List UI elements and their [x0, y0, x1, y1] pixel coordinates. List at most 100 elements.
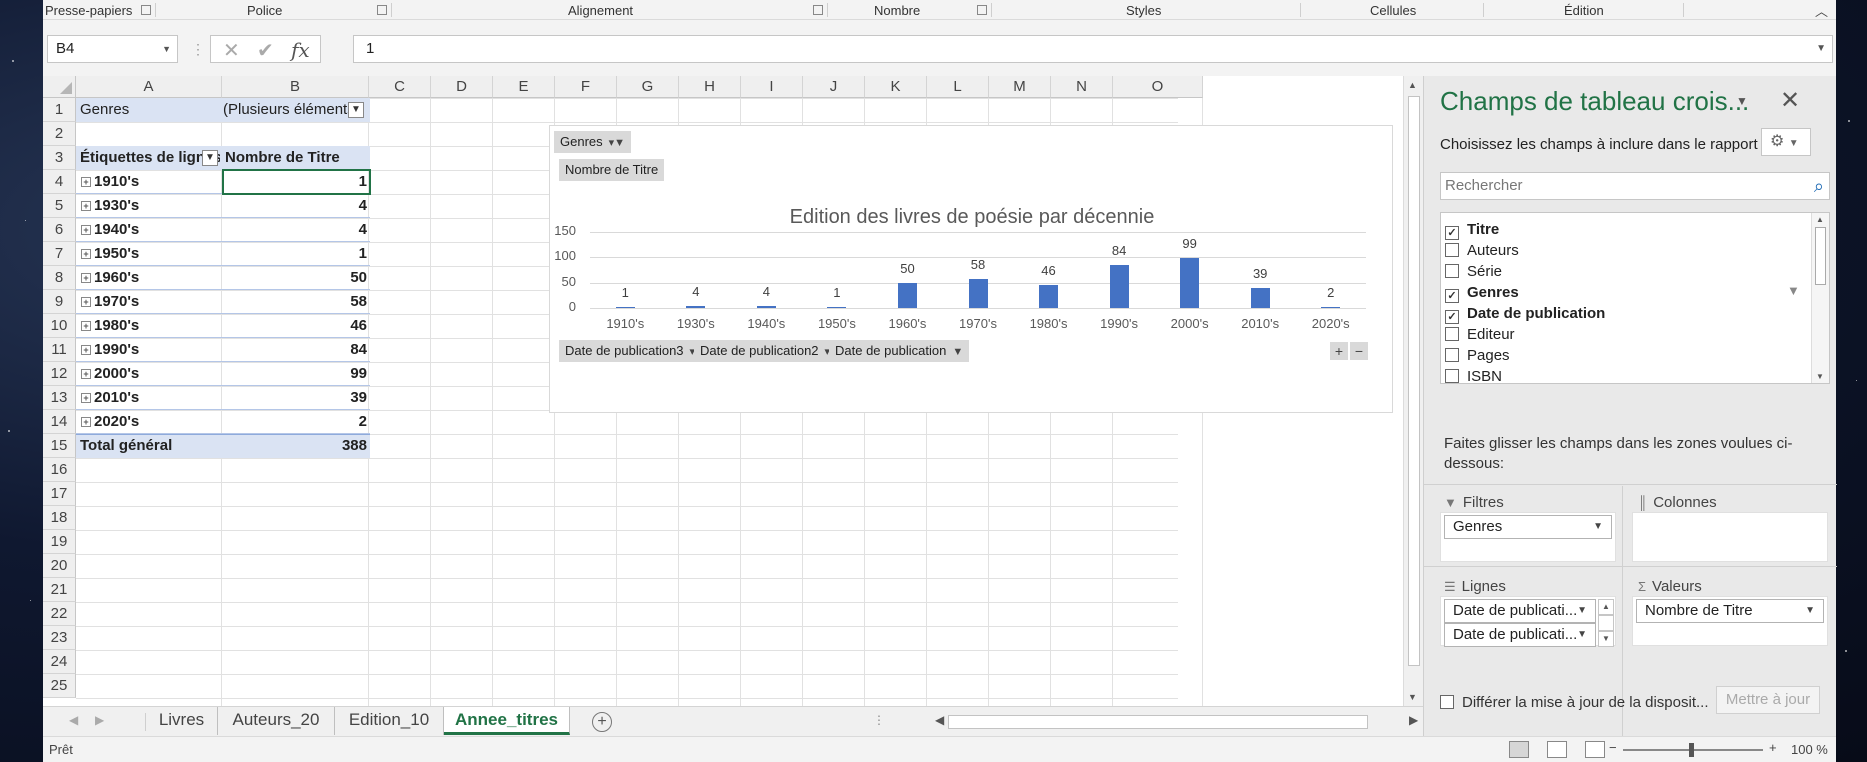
next-sheet-icon[interactable]: ▶ [95, 713, 104, 727]
column-header-e[interactable]: E [493, 76, 555, 98]
chart-bar[interactable] [827, 307, 847, 309]
tab-livres[interactable]: Livres [146, 707, 218, 735]
tab-annee-titres[interactable]: Annee_titres [444, 707, 570, 735]
chart-bar[interactable] [1039, 284, 1059, 308]
scroll-left-icon[interactable]: ◀ [935, 713, 944, 727]
insert-function-icon[interactable]: fx [291, 38, 310, 62]
expand-icon[interactable]: + [81, 369, 91, 379]
column-header-l[interactable]: L [927, 76, 989, 98]
tab-auteurs-20[interactable]: Auteurs_20 [218, 707, 335, 735]
chart-bar[interactable] [756, 305, 776, 308]
ribbon-group-alignment[interactable]: Alignement [568, 2, 633, 19]
pivot-row-label[interactable]: +1940's [76, 218, 221, 242]
dialog-launcher-icon[interactable] [977, 5, 987, 15]
expand-icon[interactable]: + [81, 345, 91, 355]
pivot-row-value[interactable]: 84 [223, 338, 367, 362]
row-header-25[interactable]: 25 [43, 674, 76, 698]
enter-icon[interactable]: ✔ [257, 38, 274, 63]
pivot-row-label[interactable]: +2000's [76, 362, 221, 386]
ribbon-group-clipboard[interactable]: Presse-papiers [45, 2, 132, 19]
pivot-filter-value[interactable]: (Plusieurs éléments) [223, 98, 353, 122]
defer-update-option[interactable]: Différer la mise à jour de la disposit..… [1440, 694, 1709, 711]
pivot-row-value[interactable]: 99 [223, 362, 367, 386]
expand-icon[interactable]: + [81, 417, 91, 427]
page-break-view-icon[interactable] [1585, 741, 1605, 758]
filter-icon[interactable]: ▼ [348, 102, 364, 118]
row-header-14[interactable]: 14 [43, 410, 76, 434]
column-header-f[interactable]: F [555, 76, 617, 98]
row-header-9[interactable]: 9 [43, 290, 76, 314]
row-header-17[interactable]: 17 [43, 482, 76, 506]
scrollbar-thumb[interactable] [1815, 227, 1826, 285]
ribbon-group-styles[interactable]: Styles [1126, 2, 1161, 19]
row-header-13[interactable]: 13 [43, 386, 76, 410]
field-checkbox[interactable] [1445, 264, 1459, 278]
field-checkbox[interactable] [1445, 243, 1459, 257]
gear-icon[interactable]: ⚙ ▼ [1761, 128, 1811, 156]
expand-icon[interactable]: + [81, 249, 91, 259]
column-header-a[interactable]: A [76, 76, 222, 98]
row-header-22[interactable]: 22 [43, 602, 76, 626]
row-header-5[interactable]: 5 [43, 194, 76, 218]
chart-axis-button-2[interactable]: Date de publication2▾▼ [694, 340, 847, 362]
collapse-field-button[interactable]: − [1350, 342, 1368, 360]
tab-split-handle[interactable]: ⋮ [873, 713, 885, 727]
field-checkbox[interactable] [1445, 369, 1459, 383]
pivot-row-value[interactable]: 4 [223, 194, 367, 218]
pivot-row-value[interactable]: 2 [223, 410, 367, 434]
scroll-right-icon[interactable]: ▶ [1409, 713, 1418, 727]
expand-icon[interactable]: + [81, 201, 91, 211]
field-checkbox[interactable] [1445, 327, 1459, 341]
column-header-n[interactable]: N [1051, 76, 1113, 98]
chart-bar[interactable] [1321, 306, 1341, 308]
chart-bar[interactable] [615, 307, 635, 309]
close-icon[interactable]: ✕ [1780, 86, 1800, 115]
expand-icon[interactable]: + [81, 225, 91, 235]
pivot-row-label[interactable]: +1910's [76, 170, 221, 194]
pivot-row-label[interactable]: +1950's [76, 242, 221, 266]
chart-bar[interactable] [897, 282, 917, 308]
row-header-8[interactable]: 8 [43, 266, 76, 290]
chart-bar[interactable] [968, 278, 988, 308]
row-header-15[interactable]: 15 [43, 434, 76, 458]
scrollbar-thumb[interactable] [948, 715, 1368, 729]
pivot-row-label[interactable]: +2020's [76, 410, 221, 434]
expand-formula-bar-icon[interactable]: ▼ [1816, 36, 1826, 62]
expand-icon[interactable]: + [81, 393, 91, 403]
expand-field-button[interactable]: + [1330, 342, 1348, 360]
pivot-row-label[interactable]: +1970's [76, 290, 221, 314]
row-header-19[interactable]: 19 [43, 530, 76, 554]
pivot-row-value[interactable]: 50 [223, 266, 367, 290]
chart-bar[interactable] [1250, 288, 1270, 308]
row-header-6[interactable]: 6 [43, 218, 76, 242]
page-layout-view-icon[interactable] [1547, 741, 1567, 758]
scroll-down-icon[interactable]: ▼ [1408, 692, 1417, 702]
chart-values-button[interactable]: Nombre de Titre [559, 159, 665, 181]
name-box[interactable]: B4 ▼ [47, 35, 178, 63]
pivot-row-label[interactable]: +1960's [76, 266, 221, 290]
expand-icon[interactable]: + [81, 321, 91, 331]
row-header-18[interactable]: 18 [43, 506, 76, 530]
column-header-o[interactable]: O [1113, 76, 1203, 98]
scroll-down-icon[interactable]: ▼ [1598, 631, 1614, 647]
pivot-row-label[interactable]: +1990's [76, 338, 221, 362]
row-header-7[interactable]: 7 [43, 242, 76, 266]
field-checkbox[interactable] [1445, 348, 1459, 362]
chart-bar[interactable] [1180, 257, 1200, 308]
row-header-3[interactable]: 3 [43, 146, 76, 170]
select-all-button[interactable] [43, 76, 76, 98]
formula-input[interactable]: 1 ▼ [353, 35, 1833, 63]
update-button[interactable]: Mettre à jour [1716, 686, 1820, 714]
row-header-4[interactable]: 4 [43, 170, 76, 194]
row-header-12[interactable]: 12 [43, 362, 76, 386]
column-header-k[interactable]: K [865, 76, 927, 98]
ribbon-group-editing[interactable]: Édition [1564, 2, 1604, 19]
dialog-launcher-icon[interactable] [813, 5, 823, 15]
chart-filter-genres-button[interactable]: Genres ▾▼ [554, 131, 632, 153]
chevron-down-icon[interactable]: ▼ [1577, 624, 1587, 646]
pivot-row-value[interactable]: 58 [223, 290, 367, 314]
scroll-up-icon[interactable]: ▲ [1598, 599, 1614, 615]
column-header-j[interactable]: J [803, 76, 865, 98]
expand-icon[interactable]: + [81, 273, 91, 283]
pivot-row-value[interactable]: 46 [223, 314, 367, 338]
